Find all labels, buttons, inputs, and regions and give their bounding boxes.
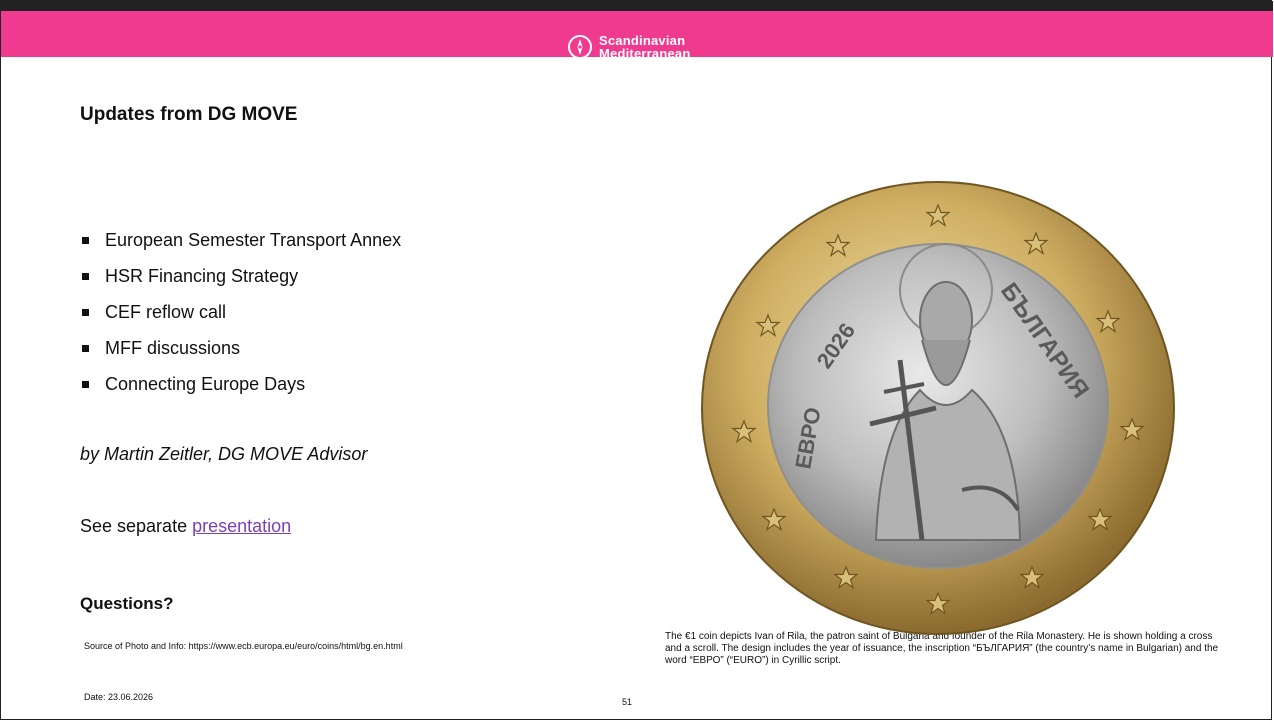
source-note: Source of Photo and Info: https://www.ec… [84, 641, 403, 651]
list-item-label: HSR Financing Strategy [105, 265, 299, 286]
list-item-label: CEF reflow call [105, 301, 227, 322]
page-number: 51 [622, 697, 633, 707]
list-item: Connecting Europe Days [82, 366, 401, 402]
list-item: MFF discussions [82, 330, 401, 366]
square-bullet-icon [82, 236, 89, 244]
list-item-label: MFF discussions [105, 337, 241, 358]
author-line: by Martin Zeitler, DG MOVE Advisor [80, 444, 368, 464]
agenda-list: European Semester Transport Annex HSR Fi… [82, 222, 401, 402]
see-presentation-line: See separate presentation [80, 516, 291, 537]
slide-title: Updates from DG MOVE [80, 104, 298, 125]
bulgarian-euro-coin-image: 2026 ЕВРО БЪЛГАРИЯ [701, 181, 1175, 635]
square-bullet-icon [82, 272, 89, 280]
list-item: HSR Financing Strategy [82, 258, 401, 294]
see-prefix: See separate [80, 516, 193, 536]
compass-logo-icon [568, 35, 592, 59]
list-item: European Semester Transport Annex [82, 222, 401, 258]
brand-logo-group: Scandinavian Mediterranean [567, 29, 690, 65]
date-footer: Date: 23.06.2026 [84, 692, 154, 702]
list-item: CEF reflow call [82, 294, 401, 330]
header-bar: Scandinavian Mediterranean [1, 1, 1273, 60]
square-bullet-icon [82, 308, 89, 316]
questions-heading: Questions? [80, 594, 174, 613]
square-bullet-icon [82, 380, 89, 388]
presentation-link[interactable]: presentation [192, 516, 291, 536]
list-item-label: European Semester Transport Annex [105, 229, 402, 250]
square-bullet-icon [82, 344, 89, 352]
list-item-label: Connecting Europe Days [105, 373, 306, 394]
brand-line-2: Mediterranean [599, 46, 691, 61]
coin-caption: The €1 coin depicts Ivan of Rila, the pa… [665, 631, 1219, 666]
brand-name: Scandinavian Mediterranean [599, 34, 690, 60]
